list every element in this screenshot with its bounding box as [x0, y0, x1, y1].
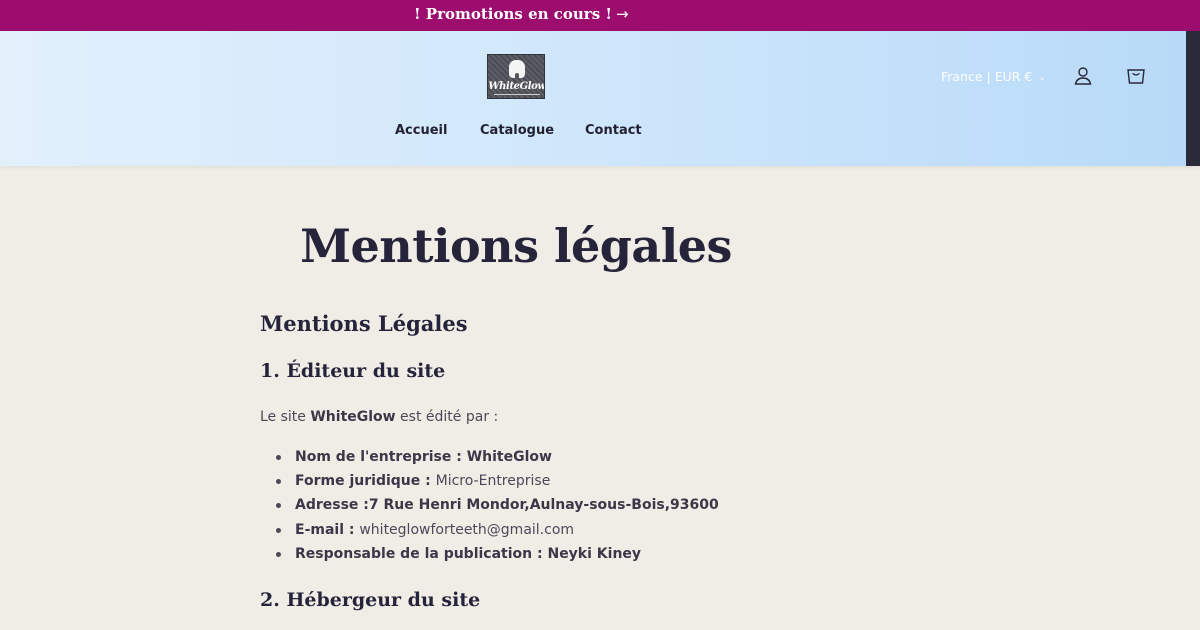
locale-selector[interactable]: France | EUR € ⌄	[941, 69, 1046, 84]
section-title-hebergeur: 2. Hébergeur du site	[260, 589, 481, 611]
announcement-bar: ! Promotions en cours ! →	[0, 0, 1200, 31]
site-logo[interactable]: WhiteGlow	[487, 54, 545, 99]
list-item: E-mail : whiteglowforteeth@gmail.com	[275, 520, 719, 544]
legal-heading: Mentions Légales	[260, 311, 468, 336]
chevron-down-icon: ⌄	[1038, 73, 1046, 83]
site-header: WhiteGlow Accueil Catalogue Contact Fran…	[0, 31, 1200, 166]
logo-text: WhiteGlow	[488, 81, 545, 92]
list-item: Nom de l'entreprise : WhiteGlow	[275, 447, 719, 471]
intro-brand: WhiteGlow	[310, 409, 396, 425]
detail-label: Responsable de la publication : Neyki Ki…	[295, 545, 642, 562]
nav-item-catalogue[interactable]: Catalogue	[480, 123, 554, 138]
detail-label: E-mail :	[295, 521, 360, 538]
intro-text: Le site WhiteGlow est édité par :	[260, 409, 498, 425]
detail-label: Adresse :7 Rue Henri Mondor,Aulnay-sous-…	[295, 497, 719, 514]
nav-item-contact[interactable]: Contact	[585, 123, 642, 138]
detail-value: Micro-Entreprise	[435, 473, 551, 490]
page-title: Mentions légales	[300, 219, 732, 273]
logo-underline	[494, 94, 540, 95]
list-item: Forme juridique : Micro-Entreprise	[275, 471, 719, 495]
intro-prefix: Le site	[260, 409, 311, 425]
main-content: Mentions légales Mentions Légales 1. Édi…	[0, 166, 1200, 630]
detail-label: Forme juridique :	[295, 473, 436, 490]
section-title-editeur: 1. Éditeur du site	[260, 360, 446, 382]
intro-suffix: est édité par :	[395, 409, 499, 425]
company-details-list: Nom de l'entreprise : WhiteGlow Forme ju…	[275, 447, 719, 568]
nav-item-accueil[interactable]: Accueil	[395, 123, 447, 138]
detail-label: Nom de l'entreprise : WhiteGlow	[295, 449, 552, 465]
list-item: Responsable de la publication : Neyki Ki…	[275, 544, 719, 568]
scrollbar[interactable]	[1186, 31, 1200, 166]
promotions-link[interactable]: ! Promotions en cours ! →	[414, 0, 629, 29]
cart-icon[interactable]	[1124, 64, 1148, 88]
list-item: Adresse :7 Rue Henri Mondor,Aulnay-sous-…	[275, 495, 719, 519]
account-icon[interactable]	[1071, 64, 1095, 88]
email-link[interactable]: whiteglowforteeth@gmail.com	[359, 522, 574, 538]
tooth-logo-icon	[509, 60, 525, 79]
promotions-text: ! Promotions en cours !	[414, 5, 612, 23]
locale-label: France | EUR €	[941, 69, 1033, 84]
arrow-right-icon: →	[615, 5, 629, 23]
